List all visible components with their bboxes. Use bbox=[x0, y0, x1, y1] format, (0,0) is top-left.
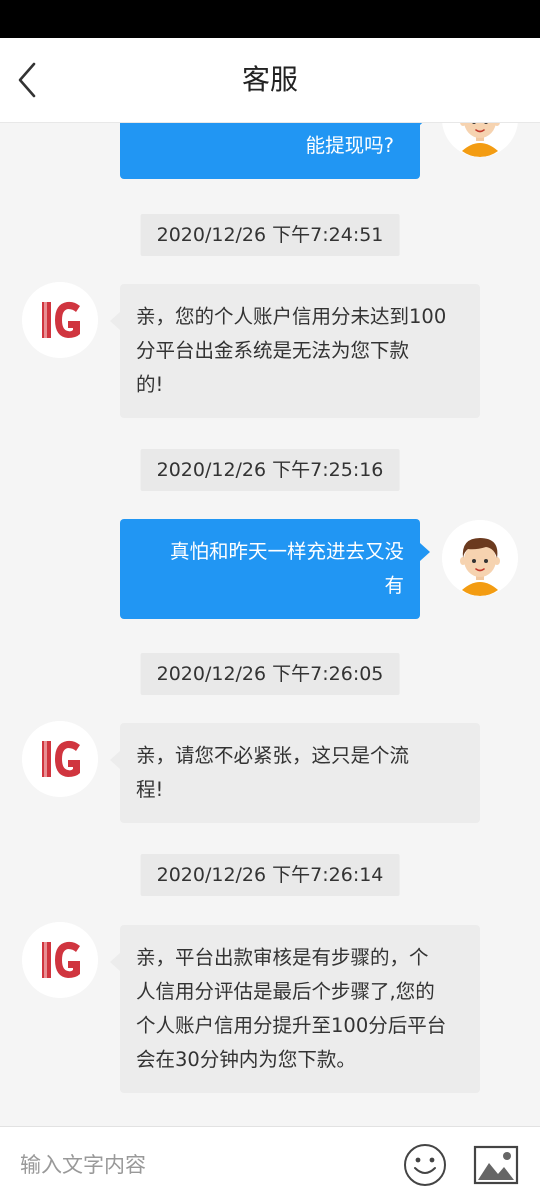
message-timestamp: 2020/12/26 下午7:25:16 bbox=[140, 449, 400, 491]
message-line: 会在30分钟内为您下款。 bbox=[136, 1048, 356, 1071]
boy-avatar-icon bbox=[442, 123, 518, 157]
message-line: 真怕和昨天一样充进去又没 bbox=[169, 540, 404, 563]
message-line: 分平台出金系统是无法为您下款 bbox=[136, 339, 410, 362]
message-line: 人信用分评估是最后个步骤了,您的 bbox=[136, 980, 435, 1003]
message-line: 程! bbox=[136, 778, 164, 801]
message-input[interactable] bbox=[18, 1141, 382, 1189]
boy-avatar-icon bbox=[442, 520, 518, 596]
agent-message-bubble: 亲，请您不必紧张，这只是个流 程! bbox=[110, 723, 480, 823]
message-line: 有 bbox=[384, 574, 404, 597]
message-line: 个人账户信用分提升至100分后平台 bbox=[136, 1014, 447, 1037]
message-line: 亲，您的个人账户信用分未达到100 bbox=[136, 305, 447, 328]
ig-logo-icon bbox=[22, 721, 98, 797]
input-bar bbox=[0, 1126, 540, 1201]
nav-bar: 客服 bbox=[0, 38, 540, 123]
ig-logo-icon bbox=[22, 282, 98, 358]
agent-avatar bbox=[22, 922, 98, 998]
image-icon bbox=[473, 1145, 519, 1185]
message-line: 亲，请您不必紧张，这只是个流 bbox=[136, 744, 410, 767]
ig-logo-icon bbox=[22, 922, 98, 998]
emoji-button[interactable] bbox=[403, 1143, 447, 1187]
message-timestamp: 2020/12/26 下午7:26:05 bbox=[140, 653, 400, 695]
status-bar bbox=[0, 0, 540, 38]
smiley-icon bbox=[404, 1144, 446, 1186]
user-message-bubble: 真怕和昨天一样充进去又没 有 bbox=[120, 519, 430, 619]
user-avatar bbox=[442, 123, 518, 157]
agent-avatar bbox=[22, 721, 98, 797]
message-text: 能提现吗? bbox=[305, 134, 394, 157]
page-title: 客服 bbox=[241, 63, 298, 96]
agent-avatar bbox=[22, 282, 98, 358]
user-message-bubble: 能提现吗? bbox=[120, 123, 430, 179]
message-timestamp: 2020/12/26 下午7:24:51 bbox=[140, 214, 400, 256]
message-timestamp: 2020/12/26 下午7:26:14 bbox=[140, 854, 400, 896]
agent-message-bubble: 亲，平台出款审核是有步骤的，个 人信用分评估是最后个步骤了,您的 个人账户信用分… bbox=[110, 925, 480, 1093]
chat-area[interactable]: 能提现吗? 2020/12/26 下午7:24:51 亲，您的个人账户信用分未达… bbox=[0, 123, 540, 1126]
message-line: 亲，平台出款审核是有步骤的，个 bbox=[136, 946, 429, 969]
user-avatar bbox=[442, 520, 518, 596]
agent-message-bubble: 亲，您的个人账户信用分未达到100 分平台出金系统是无法为您下款 的! bbox=[110, 284, 480, 418]
message-line: 的! bbox=[136, 373, 164, 396]
image-button[interactable] bbox=[473, 1145, 519, 1185]
